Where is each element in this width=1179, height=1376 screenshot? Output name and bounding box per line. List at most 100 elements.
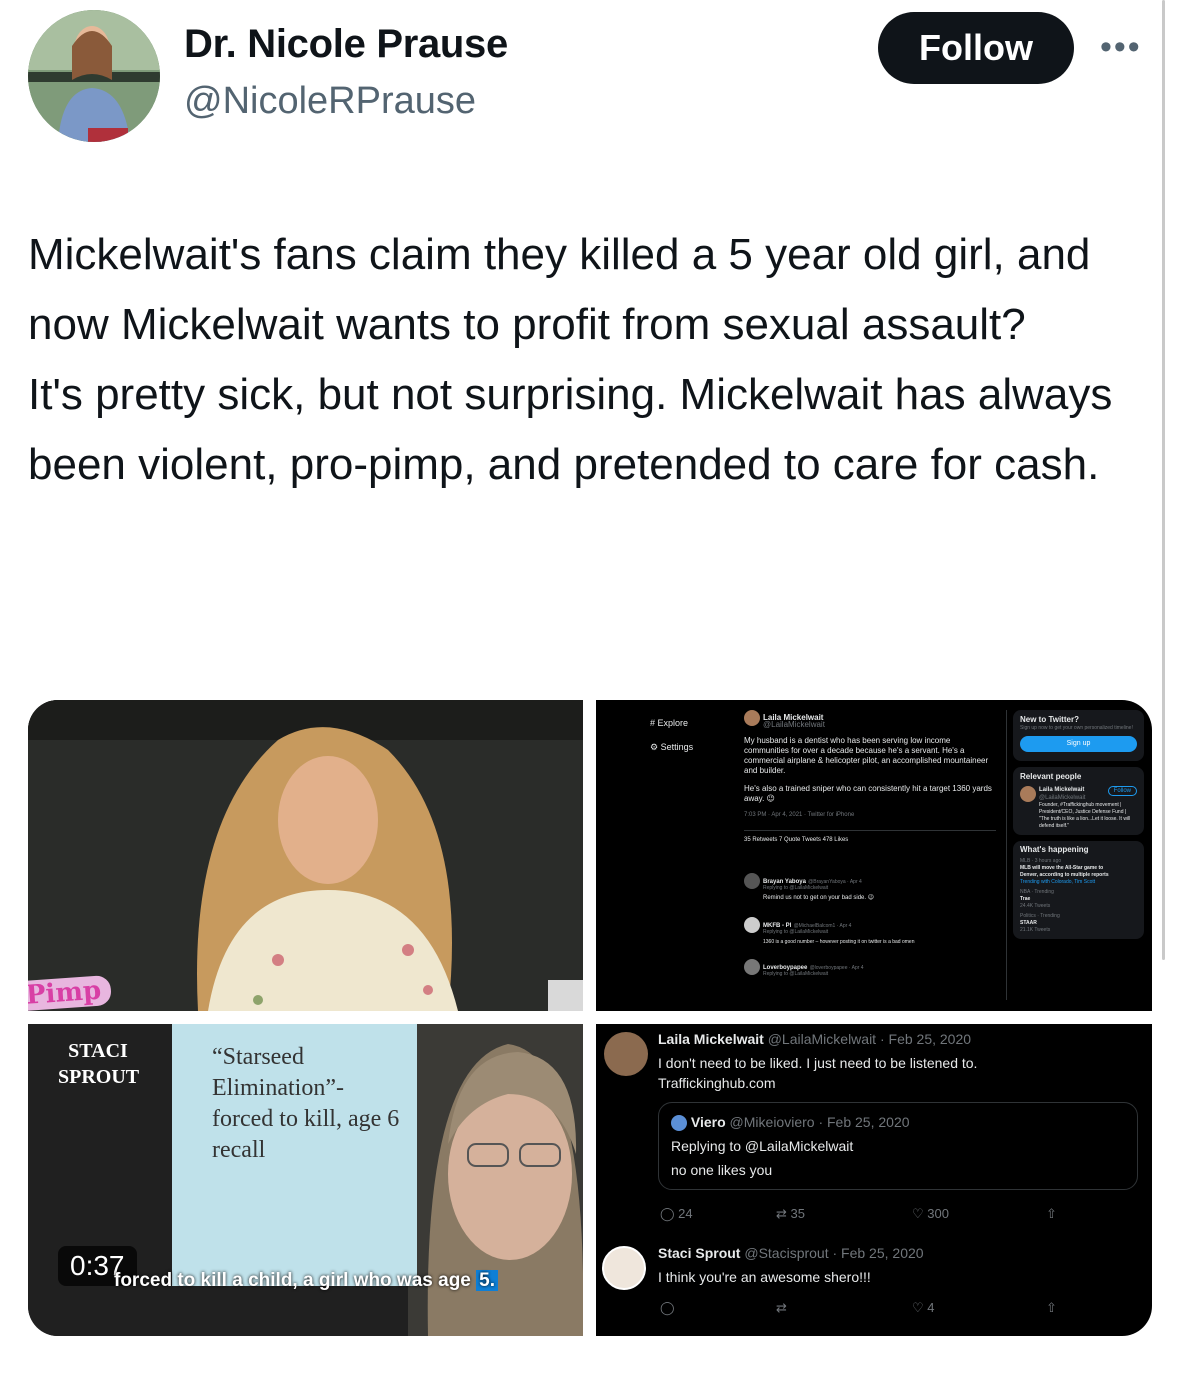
reply-icon: ◯ <box>660 1206 679 1221</box>
author-avatar[interactable] <box>28 10 160 142</box>
card-text: “Starseed Elimination”- forced to kill, … <box>212 1044 400 1163</box>
reply-text: Remind us not to get on your bad side. 😉 <box>763 895 874 901</box>
trend-meta: Politics · Trending <box>1020 913 1060 919</box>
thread-column: Laila Mickelwait @LailaMickelwait My hus… <box>744 710 996 979</box>
tweet-text: I don't need to be liked. I just need to… <box>658 1055 978 1071</box>
person-handle: @LailaMickelwait <box>1039 795 1086 801</box>
tweet-meta: @LailaMickelwait · Feb 25, 2020 <box>767 1031 972 1047</box>
reply-text: 1360 is a good number – however posting … <box>763 939 915 945</box>
signup-box: New to Twitter? Sign up now to get your … <box>1013 710 1144 761</box>
follow-button[interactable]: Follow <box>1107 786 1137 796</box>
trend-meta: NBA · Trending <box>1020 889 1054 895</box>
quote-author: Viero <box>690 1114 726 1130</box>
woman-photo <box>28 700 583 1011</box>
caption-highlight: 5. <box>476 1270 499 1291</box>
tweet-author: Laila Mickelwait <box>658 1031 764 1047</box>
post-meta: 7:03 PM · Apr 4, 2021 · Twitter for iPho… <box>744 812 855 818</box>
media-video-3[interactable]: “Starseed Elimination”- forced to kill, … <box>28 1024 583 1336</box>
whats-happening: What's happening MLB · 3 hours ago MLB w… <box>1013 841 1144 939</box>
pimp-badge: Pimp <box>28 974 113 1011</box>
author-handle[interactable]: @NicoleRPrause <box>184 80 476 123</box>
like-count: 4 <box>927 1300 935 1315</box>
video-caption: forced to kill a child, a girl who was a… <box>114 1270 499 1292</box>
post-text: My husband is a dentist who has been ser… <box>744 736 989 775</box>
relevant-title: Relevant people <box>1020 772 1082 781</box>
like-count: 300 <box>927 1206 949 1221</box>
signup-button[interactable]: Sign up <box>1020 736 1137 752</box>
trend-title[interactable]: Trae <box>1020 896 1030 902</box>
reply-to: Replying to @LailaMickelwait <box>763 971 829 977</box>
scrollbar[interactable] <box>1162 0 1165 960</box>
tweet-text-line: Mickelwait's fans claim they killed a 5 … <box>28 230 1103 349</box>
gear-icon: ⚙ <box>650 742 661 752</box>
trend-sub: 24.4K Tweets <box>1020 903 1051 909</box>
caption-text: forced to kill a child, a girl who was a… <box>114 1270 477 1291</box>
trend-sub: Trending with Colorado, Tim Scott <box>1020 879 1096 885</box>
retweet-icon[interactable]: ⇄ <box>776 1300 787 1316</box>
avatar <box>744 917 760 933</box>
quote-text: no one likes you <box>671 1162 773 1178</box>
retweet-icon: ⇄ <box>776 1206 791 1221</box>
reply-count: 24 <box>678 1206 693 1221</box>
post-handle: @LailaMickelwait <box>763 720 825 729</box>
nav-explore: # Explore <box>650 718 688 728</box>
reply-icon[interactable]: ◯ <box>660 1300 675 1316</box>
tweet-text-line: It's pretty sick, but not surprising. Mi… <box>28 370 1125 489</box>
video-name-label: STACI SPROUT <box>58 1040 140 1088</box>
signup-sub: Sign up now to get your own personalized… <box>1020 725 1133 731</box>
avatar <box>1020 786 1036 802</box>
tweet-text: Mickelwait's fans claim they killed a 5 … <box>28 220 1158 500</box>
reply-to: Replying to @LailaMickelwait <box>763 885 829 891</box>
more-options-icon[interactable]: ••• <box>1100 28 1142 67</box>
trend-meta: MLB · 3 hours ago <box>1020 858 1062 864</box>
nav-settings: ⚙ Settings <box>650 742 693 752</box>
media-image-4[interactable]: Laila Mickelwait @LailaMickelwait · Feb … <box>596 1024 1152 1336</box>
nav-label: Settings <box>660 742 694 752</box>
hashtag-icon: # <box>650 718 658 728</box>
reply-action[interactable]: ◯ 24 <box>660 1206 693 1222</box>
media-image-1[interactable]: Pimp <box>28 700 583 1011</box>
trend-title[interactable]: STAAR <box>1020 920 1037 926</box>
media-image-2[interactable]: # Explore ⚙ Settings Laila Mickelwait @L… <box>596 700 1152 1011</box>
heart-icon: ♡ <box>912 1206 928 1221</box>
trend-title[interactable]: MLB will move the All-Star game to Denve… <box>1020 865 1120 879</box>
share-icon[interactable]: ⇧ <box>1046 1300 1057 1316</box>
avatar <box>604 1032 648 1076</box>
author-name[interactable]: Dr. Nicole Prause <box>184 22 508 67</box>
retweet-count: 35 <box>790 1206 805 1221</box>
tweet-meta: @Stacisprout · Feb 25, 2020 <box>744 1245 924 1261</box>
quote-header: Viero @Mikeioviero · Feb 25, 2020 <box>671 1111 910 1133</box>
person-bio: Founder, #Traffickinghub movement | Pres… <box>1039 802 1131 829</box>
share-icon[interactable]: ⇧ <box>1046 1206 1057 1222</box>
avatar <box>744 873 760 889</box>
post-stats: 35 Retweets 7 Quote Tweets 478 Likes <box>744 830 996 845</box>
title-card: “Starseed Elimination”- forced to kill, … <box>172 1024 417 1286</box>
post-text: He's also a trained sniper who can consi… <box>744 784 992 803</box>
signup-title: New to Twitter? <box>1020 715 1079 724</box>
like-action[interactable]: ♡ 4 <box>912 1300 935 1316</box>
tweet-link[interactable]: Traffickinghub.com <box>658 1072 776 1094</box>
follow-button[interactable]: Follow <box>878 12 1074 84</box>
reply-to: Replying to @LailaMickelwait <box>763 929 829 935</box>
tweet-header: Staci Sprout @Stacisprout · Feb 25, 2020 <box>658 1242 924 1264</box>
quote-replying-to: Replying to @LailaMickelwait <box>671 1138 854 1154</box>
like-action[interactable]: ♡ 300 <box>912 1206 949 1222</box>
avatar <box>744 710 760 726</box>
tweet-page: Dr. Nicole Prause @NicoleRPrause Follow … <box>0 0 1179 1376</box>
happening-title: What's happening <box>1020 845 1089 854</box>
tweet-header: Laila Mickelwait @LailaMickelwait · Feb … <box>658 1028 971 1050</box>
tweet-text: I think you're an awesome shero!!! <box>658 1269 871 1285</box>
tweet-author: Staci Sprout <box>658 1245 741 1261</box>
avatar <box>602 1246 646 1290</box>
retweet-action[interactable]: ⇄ 35 <box>776 1206 805 1222</box>
quoted-tweet[interactable]: Viero @Mikeioviero · Feb 25, 2020 Replyi… <box>658 1102 1138 1190</box>
heart-icon: ♡ <box>912 1300 928 1315</box>
avatar <box>671 1115 687 1132</box>
relevant-person: Follow Laila Mickelwait @LailaMickelwait… <box>1020 786 1137 830</box>
media-grid: Pimp # Explore ⚙ Settings Laila Mickelwa… <box>28 700 1152 1336</box>
person-name: Laila Mickelwait <box>1039 787 1085 793</box>
quote-meta: @Mikeioviero · Feb 25, 2020 <box>729 1114 910 1130</box>
trend-sub: 21.1K Tweets <box>1020 927 1051 933</box>
nav-label: Explore <box>657 718 689 728</box>
relevant-people: Relevant people Follow Laila Mickelwait … <box>1013 767 1144 835</box>
